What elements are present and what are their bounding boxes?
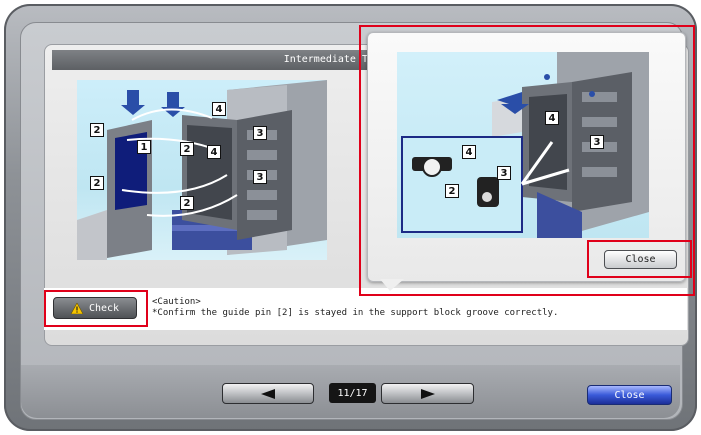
close-button[interactable]: Close	[587, 385, 672, 405]
popup-close-highlight-frame	[587, 240, 692, 278]
caution-message: <Caution> *Confirm the guide pin [2] is …	[152, 297, 558, 319]
main-illustration	[77, 80, 327, 260]
caution-heading: <Caution>	[152, 297, 201, 307]
left-triangle-icon	[261, 388, 275, 399]
callout-number: 2	[180, 196, 194, 210]
right-triangle-icon	[420, 388, 435, 399]
previous-page-button[interactable]	[222, 383, 314, 404]
callout-number: 1	[137, 140, 151, 154]
panel-title-bar: Intermediate T	[52, 50, 374, 70]
callout-number: 3	[253, 170, 267, 184]
callout-number: 2	[90, 176, 104, 190]
callout-number: 3	[253, 126, 267, 140]
check-highlight-frame	[44, 290, 148, 327]
callout-number: 2	[90, 123, 104, 137]
callout-number: 4	[207, 145, 221, 159]
callout-number: 2	[180, 142, 194, 156]
caution-text: *Confirm the guide pin [2] is stayed in …	[152, 308, 559, 318]
printer-open-illustration	[77, 80, 327, 260]
page-indicator: 11/17	[329, 383, 376, 403]
next-page-button[interactable]	[381, 383, 474, 404]
callout-number: 4	[212, 102, 226, 116]
